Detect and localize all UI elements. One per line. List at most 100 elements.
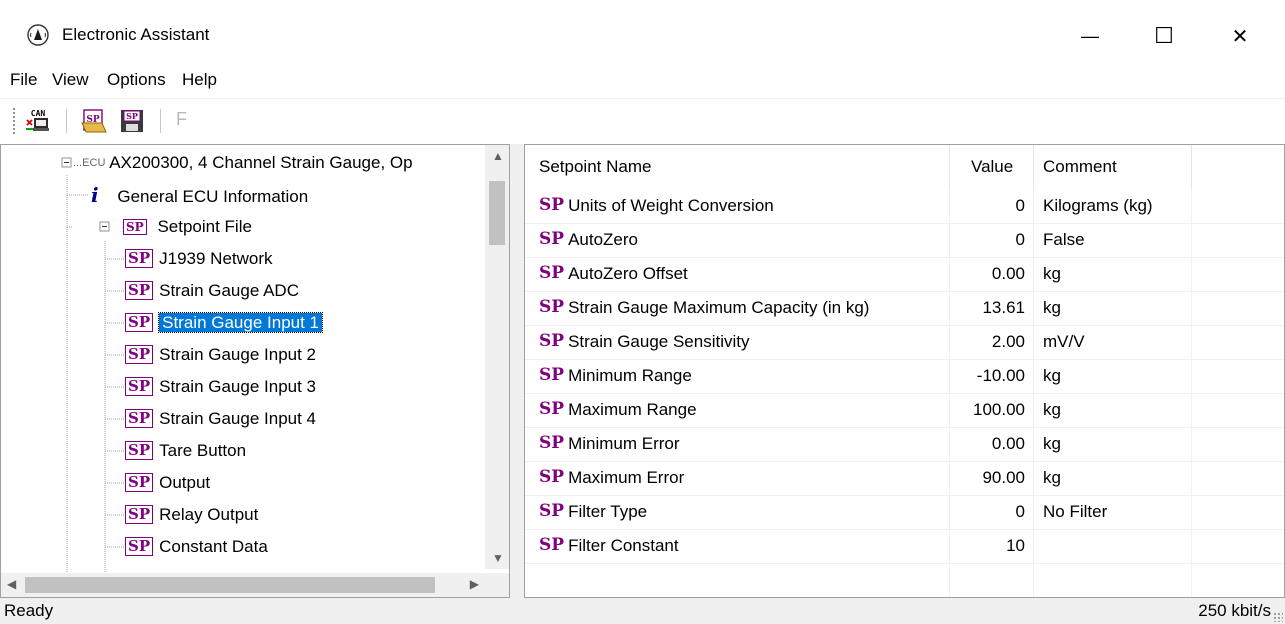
setpoint-value-cell: 0	[1015, 230, 1025, 249]
column-divider[interactable]	[1033, 145, 1034, 189]
open-setpoint-icon: SP	[81, 109, 107, 133]
app-logo-icon	[27, 24, 49, 46]
tree-setpoint-item[interactable]: SP Strain Gauge Input 3	[125, 371, 316, 403]
sp-icon: SP	[539, 535, 565, 556]
title-bar: Electronic Assistant — ☐ ✕	[0, 0, 1285, 64]
sp-icon: SP	[539, 399, 565, 420]
resize-grip-icon[interactable]	[1273, 612, 1283, 622]
minimize-button[interactable]: —	[1060, 14, 1120, 58]
setpoint-name-cell: SP Units of Weight Conversion	[537, 189, 774, 223]
setpoint-row[interactable]: SP AutoZero Offset 0.00 kg	[525, 257, 1284, 291]
sp-icon: SP	[539, 331, 565, 352]
setpoint-value-cell: 10	[1006, 536, 1025, 555]
pane-splitter[interactable]	[510, 144, 524, 598]
setpoint-value-cell: 0.00	[991, 264, 1025, 283]
tree-horizontal-scrollbar[interactable]: ◀ ▶	[1, 573, 485, 597]
column-header-setpoint-name[interactable]: Setpoint Name	[539, 145, 651, 189]
collapse-toggle-setpoint-file	[99, 221, 110, 232]
tree-setpoint-item[interactable]: SP Strain Gauge Input 1	[125, 307, 324, 339]
setpoint-comment-cell: kg	[1043, 400, 1061, 419]
maximize-button[interactable]: ☐	[1134, 14, 1194, 58]
tree-setpoint-file[interactable]: SP Setpoint File	[123, 211, 252, 243]
setpoint-comment-cell: kg	[1043, 434, 1061, 453]
bus-speed-indicator: 250 kbit/s	[1198, 601, 1271, 620]
open-setpoint-button[interactable]: SP	[80, 107, 108, 135]
column-header-comment[interactable]: Comment	[1043, 145, 1117, 189]
sp-icon: SP	[539, 433, 565, 454]
menu-options[interactable]: Options	[107, 69, 166, 91]
tree-setpoint-item[interactable]: SP Output	[125, 467, 210, 499]
status-text: Ready	[4, 601, 54, 620]
toolbar-grip[interactable]	[12, 107, 16, 135]
can-connect-button[interactable]: CAN	[24, 107, 52, 135]
setpoint-row[interactable]: SP Strain Gauge Sensitivity 2.00 mV/V	[525, 325, 1284, 359]
tree-setpoint-item[interactable]: SP Constant Data	[125, 531, 268, 563]
setpoint-row[interactable]: SP AutoZero 0 False	[525, 223, 1284, 257]
sp-icon: SP	[125, 377, 154, 397]
tree-vertical-scrollbar[interactable]: ▲ ▼	[485, 145, 509, 569]
tree-setpoint-item[interactable]: SP Strain Gauge ADC	[125, 275, 299, 307]
setpoint-row[interactable]: SP Units of Weight Conversion 0 Kilograms (…	[525, 189, 1284, 223]
tree-ecu-label: AX200300, 4 Channel Strain Gauge, Op	[109, 153, 413, 172]
setpoint-comment-cell: mV/V	[1043, 332, 1085, 351]
setpoint-comment-cell: kg	[1043, 468, 1061, 487]
tree-setpoint-item[interactable]: SP Relay Output	[125, 499, 258, 531]
tree-setpoint-item-label: Constant Data	[159, 537, 268, 556]
setpoint-row[interactable]: SP Strain Gauge Maximum Capacity (in kg) 1…	[525, 291, 1284, 325]
menu-file[interactable]: File	[10, 69, 37, 91]
setpoint-name-text: Strain Gauge Sensitivity	[568, 332, 750, 351]
setpoint-value-cell: 90.00	[982, 468, 1025, 487]
setpoint-row[interactable]: SP Maximum Error 90.00 kg	[525, 461, 1284, 495]
tree-setpoint-item-label: Strain Gauge Input 4	[159, 409, 317, 428]
setpoint-name-cell: SP Filter Type	[537, 495, 647, 529]
scroll-right-icon[interactable]: ▶	[470, 577, 479, 591]
setpoint-row[interactable]: SP Filter Type 0 No Filter	[525, 495, 1284, 529]
setpoint-row[interactable]: SP Minimum Range -10.00 kg	[525, 359, 1284, 393]
sp-icon: SP	[125, 473, 154, 493]
setpoint-row[interactable]: SP Maximum Range 100.00 kg	[525, 393, 1284, 427]
menu-view[interactable]: View	[52, 69, 89, 91]
scroll-down-icon[interactable]: ▼	[492, 551, 504, 565]
column-divider[interactable]	[949, 145, 950, 189]
close-button[interactable]: ✕	[1210, 14, 1270, 58]
close-icon: ✕	[1231, 25, 1249, 48]
setpoint-name-text: Filter Type	[568, 502, 648, 521]
tree-vertical-scroll-thumb[interactable]	[489, 181, 505, 245]
tree-setpoint-item-label: Tare Button	[159, 441, 247, 460]
setpoint-value-cell: 2.00	[991, 332, 1025, 351]
save-setpoint-button[interactable]: SP	[118, 107, 146, 135]
column-divider[interactable]	[1191, 145, 1192, 189]
setpoint-comment-cell: kg	[1043, 366, 1061, 385]
setpoint-row[interactable]: SP Filter Constant 10	[525, 529, 1284, 563]
menu-bar: File View Options Help	[0, 64, 1285, 98]
can-icon: CAN	[26, 109, 49, 131]
tree-setpoint-item[interactable]: SP J1939 Network	[125, 243, 273, 275]
tree-setpoint-item[interactable]: SP Strain Gauge Input 4	[125, 403, 316, 435]
scroll-left-icon[interactable]: ◀	[7, 577, 16, 591]
sp-icon: SP	[125, 281, 154, 301]
column-header-value[interactable]: Value	[971, 145, 1013, 189]
tree-ecu-node[interactable]: ...ECU AX200300, 4 Channel Strain Gauge,…	[73, 147, 413, 179]
scroll-up-icon[interactable]: ▲	[492, 149, 504, 163]
setpoint-name-cell: SP Maximum Range	[537, 393, 697, 427]
sp-icon: SP	[539, 501, 565, 522]
tree-setpoint-item[interactable]: SP Strain Gauge Input 2	[125, 339, 316, 371]
scrollbar-corner	[485, 573, 509, 597]
setpoint-name-cell: SP Minimum Range	[537, 359, 692, 393]
setpoint-value-cell: 100.00	[973, 400, 1025, 419]
sp-icon: SP	[539, 195, 565, 216]
tree-setpoint-item-label: Strain Gauge ADC	[159, 281, 299, 300]
tree-general-info[interactable]: i General ECU Information	[91, 179, 308, 211]
setpoint-name-cell: SP Strain Gauge Maximum Capacity (in kg)	[537, 291, 869, 325]
save-setpoint-label: SP	[126, 111, 138, 121]
setpoint-row[interactable]: SP Minimum Error 0.00 kg	[525, 427, 1284, 461]
tree-setpoint-item[interactable]: SP Tare Button	[125, 435, 246, 467]
setpoint-list-view[interactable]: Setpoint Name Value Comment SP Units of W…	[524, 144, 1285, 598]
setpoint-name-text: Filter Constant	[568, 536, 679, 555]
setpoint-name-text: Maximum Error	[568, 468, 685, 487]
ecu-tree-view[interactable]: ...ECU AX200300, 4 Channel Strain Gauge,…	[0, 144, 510, 598]
setpoint-name-text: Minimum Error	[568, 434, 680, 453]
tree-horizontal-scroll-thumb[interactable]	[25, 577, 435, 593]
menu-help[interactable]: Help	[182, 69, 217, 91]
minimize-icon: —	[1081, 25, 1099, 46]
